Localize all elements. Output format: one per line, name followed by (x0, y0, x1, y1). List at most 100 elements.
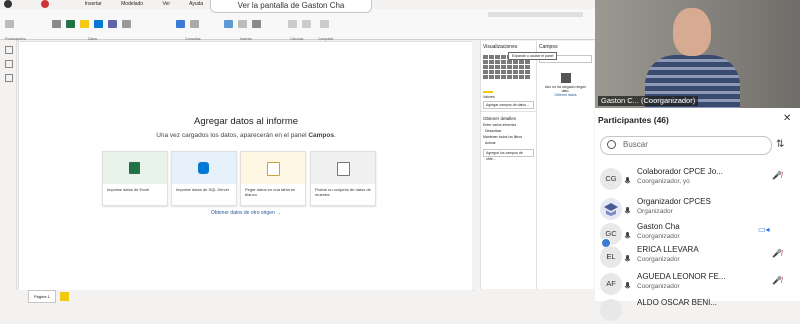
participant-role: Coorganizador (637, 256, 680, 263)
sort-icon[interactable]: ⇅ (776, 139, 784, 150)
participant-role: Coorganizador (637, 233, 680, 240)
enter-data-icon[interactable] (107, 20, 117, 28)
participant-name: ERICA LLEVARA (637, 245, 699, 254)
participant-role: Coorganizador, yo (637, 178, 690, 185)
mic-off-icon[interactable]: 🎤̸ (772, 249, 782, 258)
build-visual-tab[interactable] (483, 83, 493, 93)
participant-name: AGUEDA LEONOR FE... (637, 272, 726, 281)
participant-row[interactable]: ALDO OSCAR BENI... (600, 294, 795, 324)
cross-report-toggle[interactable]: Desactivar (481, 127, 536, 135)
page-bar: Página 1 (18, 290, 472, 303)
new-measure-icon[interactable] (288, 20, 297, 28)
clipboard-icon (267, 162, 280, 176)
mic-off-icon[interactable]: 🎤̸ (772, 171, 782, 180)
quick-measure-icon[interactable] (301, 20, 311, 28)
sample-data-icon (337, 162, 350, 176)
muted-mic-icon (624, 207, 631, 214)
ribbon-data-group (50, 20, 133, 34)
avatar (600, 299, 622, 321)
participants-panel: Participantes (46) ✕ Buscar ⇅ CG Colabor… (595, 108, 800, 321)
card-excel-label: Importar datos de Excel (107, 187, 150, 192)
org-avatar-icon (604, 203, 618, 216)
transform-data-icon[interactable] (176, 20, 185, 28)
menu-modelado[interactable]: Modelado (121, 1, 143, 7)
ribbon-calc-group (286, 20, 313, 34)
report-canvas[interactable]: Agregar datos al informe Una vez cargado… (18, 41, 474, 291)
avatar: CG (600, 168, 622, 190)
search-icon (607, 140, 616, 149)
paste-icon (5, 20, 14, 28)
ribbon-paste[interactable] (3, 20, 16, 34)
table-view-icon[interactable] (5, 60, 13, 68)
new-visual-icon[interactable] (224, 20, 233, 28)
page-tab-1[interactable]: Página 1 (28, 290, 56, 303)
participant-row[interactable]: CG Colaborador CPCE Jo... Coorganizador,… (600, 163, 795, 193)
canvas-subtitle: Una vez cargados los datos, aparecerán e… (19, 132, 473, 139)
subtitle-text: Una vez cargados los datos, aparecerán e… (156, 132, 309, 139)
add-page-button[interactable] (59, 292, 69, 302)
keep-filters-toggle[interactable]: Activar (481, 139, 536, 147)
table-icon (560, 73, 571, 83)
ribbon-share-group (318, 20, 331, 34)
drill-header: Obtener detalles (481, 111, 536, 123)
menu-insertar[interactable]: Insertar (85, 1, 102, 7)
avatar: AF (600, 273, 622, 295)
participant-row[interactable]: EL ERICA LLEVARA Coorganizador 🎤̸ (600, 241, 795, 271)
get-data-icon[interactable] (52, 20, 61, 28)
subtitle-end: . (333, 132, 336, 139)
publish-icon[interactable] (320, 20, 329, 28)
menu-ver[interactable]: Ver (162, 1, 170, 7)
participant-name: Gaston Cha (637, 222, 680, 231)
card-paste[interactable]: Pegar datos en una tabla en blanco (240, 151, 306, 206)
back-icon[interactable] (4, 0, 12, 8)
participant-role: Organizador (637, 208, 673, 215)
screen-share-banner[interactable]: Ver la pantalla de Gaston Cha (210, 0, 372, 13)
close-icon[interactable]: ✕ (783, 113, 791, 124)
ribbon-queries-group (174, 20, 201, 34)
other-source-link[interactable]: Obtener datos de otro origen → (19, 210, 473, 216)
menu-ayuda[interactable]: Ayuda (189, 1, 203, 7)
card-paste-label: Pegar datos en una tabla en blanco (245, 187, 296, 197)
drill-well[interactable]: Agregue los campos de obte... (483, 149, 534, 161)
muted-mic-icon (624, 177, 631, 184)
report-view-icon[interactable] (5, 46, 13, 54)
values-well[interactable]: Agregar campos de datos ... (483, 101, 534, 109)
participant-name: ALDO OSCAR BENI... (637, 298, 718, 307)
fields-pane: Campos Buscar Aún no ha cargado ningún d… (536, 41, 594, 289)
participants-header: Participantes (46) (598, 115, 669, 125)
avatar: EL (600, 246, 622, 268)
participant-name: Organizador CPCES (637, 197, 711, 206)
text-box-icon[interactable] (237, 20, 247, 28)
powerbi-dataset-icon[interactable] (79, 20, 89, 28)
sql-server-icon[interactable] (93, 20, 103, 28)
avatar (600, 198, 622, 220)
card-excel[interactable]: Importar datos de Excel (102, 151, 168, 206)
video-nameplate: Gaston C... (Coorganizador) (598, 96, 699, 106)
subtitle-bold: Campos (308, 132, 334, 139)
ribbon (0, 9, 595, 40)
card-sql-label: Importar datos de SQL Server (176, 187, 230, 192)
excel-icon[interactable] (65, 20, 75, 28)
more-visuals-icon[interactable] (251, 20, 261, 28)
card-sample[interactable]: Probar un conjunto de datos de muestra (310, 151, 376, 206)
participants-search[interactable]: Buscar (600, 136, 772, 155)
fields-empty-text: Aún no ha cargado ningún dato. (544, 85, 587, 93)
mic-off-icon[interactable]: 🎤̸ (772, 276, 782, 285)
model-view-icon[interactable] (5, 74, 13, 82)
camera-on-icon[interactable]: ▭◂ (758, 225, 770, 234)
participant-role: Coorganizador (637, 283, 680, 290)
values-label: Valores (483, 95, 495, 99)
muted-mic-icon (624, 255, 631, 262)
recent-sources-icon[interactable] (121, 20, 131, 28)
video-tile[interactable]: Gaston C... (Coorganizador) (595, 0, 800, 108)
refresh-icon[interactable] (189, 20, 199, 28)
presenter-head (673, 8, 711, 56)
sql-icon (198, 162, 209, 174)
card-sql[interactable]: Importar datos de SQL Server (171, 151, 237, 206)
search-placeholder: Buscar (623, 140, 648, 149)
fields-get-data[interactable]: Obtener datos (537, 93, 594, 97)
card-sample-label: Probar un conjunto de datos de muestra (315, 187, 371, 197)
visualizations-pane: Visualizaciones Valores Agregar campos d… (480, 41, 536, 289)
filters-collapsed[interactable] (472, 41, 480, 289)
expand-tooltip: Expandir u ocultar el panel (508, 52, 558, 60)
